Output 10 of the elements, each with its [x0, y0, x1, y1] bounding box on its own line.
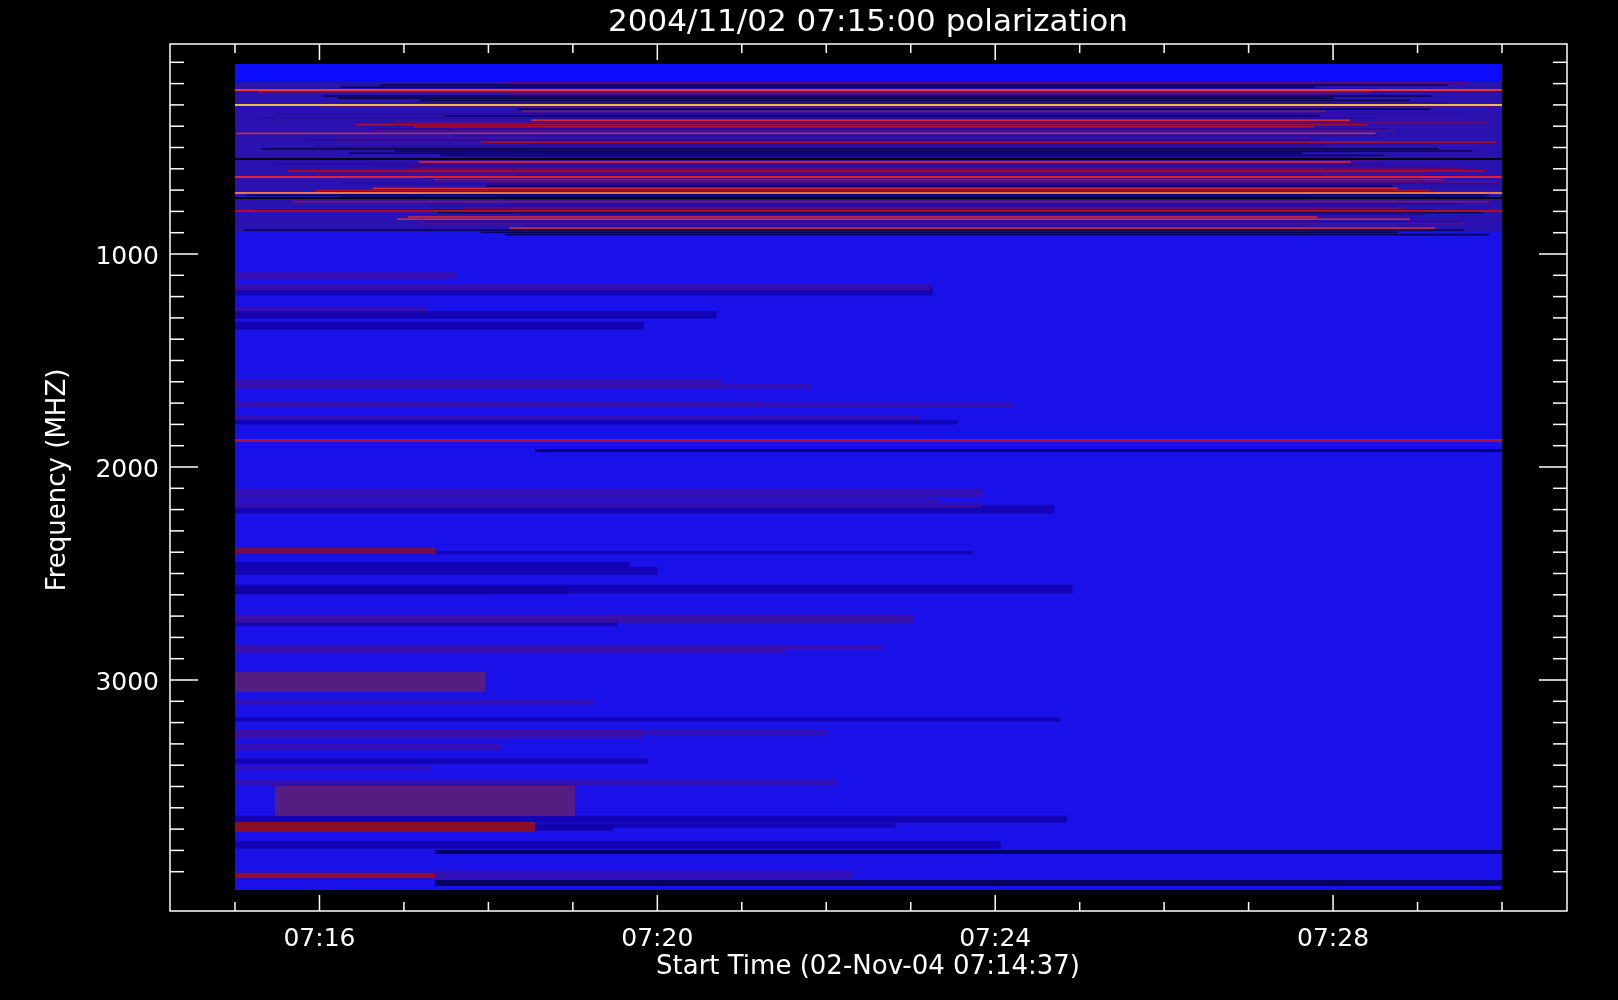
x-axis-label: 07:24 — [959, 923, 1032, 952]
y-axis-title: Frequency (MHZ) — [41, 368, 71, 592]
x-axis-label: 07:20 — [621, 923, 694, 952]
x-axis-label: 07:16 — [283, 923, 356, 952]
x-axis-title: Start Time (02-Nov-04 07:14:37) — [656, 950, 1080, 980]
y-axis-label: 2000 — [95, 454, 159, 483]
y-axis-label: 3000 — [95, 667, 159, 696]
plot-title: 2004/11/02 07:15:00 polarization — [608, 2, 1128, 38]
x-axis-label: 07:28 — [1297, 923, 1370, 952]
y-axis-label: 1000 — [95, 241, 159, 270]
